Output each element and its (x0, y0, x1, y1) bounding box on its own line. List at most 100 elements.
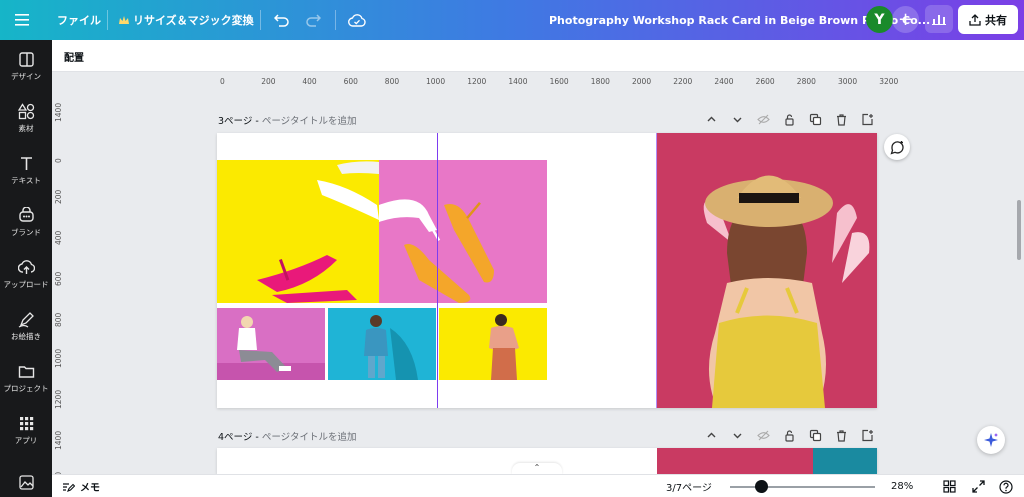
sidebar-item-apps[interactable]: アプリ (0, 408, 52, 452)
ruler-tick-label: 800 (384, 77, 400, 86)
ruler-tick-label: 2800 (796, 77, 816, 86)
insights-button[interactable] (925, 5, 953, 33)
vertical-scrollbar[interactable] (1017, 200, 1021, 260)
sidebar-item-projects[interactable]: プロジェクト (0, 356, 52, 400)
ruler-tick-label: 1000 (426, 77, 446, 86)
zoom-percent[interactable]: 28% (891, 475, 913, 497)
sidebar-item-label: お絵描き (11, 331, 41, 341)
cloud-save-status[interactable] (348, 0, 366, 40)
add-page-icon[interactable] (861, 429, 874, 442)
share-button[interactable]: 共有 (958, 5, 1018, 34)
draw-icon (18, 311, 34, 328)
invite-button[interactable]: + (892, 6, 919, 33)
menu-button[interactable] (15, 0, 29, 40)
horizontal-ruler: 0 200 400 600 800 1000 1200 1400 1600 1800 2000 220… (217, 74, 898, 92)
lock-icon[interactable] (783, 113, 796, 126)
sidebar-item-upload[interactable]: アップロード (0, 252, 52, 296)
photo-woman-pink[interactable] (217, 308, 325, 380)
position-button[interactable]: 配置 (64, 49, 84, 64)
zoom-slider-handle[interactable] (754, 480, 768, 493)
plus-icon: + (897, 9, 914, 30)
ruler-tick-label: 400 (54, 230, 63, 245)
ruler-tick-label: 1200 (54, 389, 63, 409)
chevron-down-icon[interactable] (731, 113, 744, 126)
trash-icon[interactable] (835, 429, 848, 442)
sidebar-item-brand[interactable]: ブランド (0, 200, 52, 244)
resize-magic-button[interactable]: リサイズ＆マジック変換 (119, 0, 254, 40)
sidebar-item-label: プロジェクト (3, 383, 49, 393)
zoom-slider-track[interactable] (730, 486, 875, 488)
sidebar-item-elements[interactable]: 素材 (0, 96, 52, 140)
page-sep: - (252, 116, 262, 127)
duplicate-icon[interactable] (809, 113, 822, 126)
page-number: 4ページ (218, 432, 253, 443)
chevron-up-icon[interactable] (705, 113, 718, 126)
ruler-tick-label: 200 (261, 77, 276, 86)
sidebar-item-label: アップロード (3, 279, 49, 289)
chevron-up-icon: ⌃ (533, 463, 541, 472)
folder-icon (18, 365, 34, 378)
sidebar-item-design[interactable]: デザイン (0, 44, 52, 88)
lock-icon[interactable] (783, 429, 796, 442)
add-comment-button[interactable] (884, 134, 910, 160)
hide-icon[interactable] (757, 113, 770, 126)
text-icon (20, 156, 32, 170)
photo-shoes-pink[interactable] (379, 160, 547, 303)
context-toolbar: 配置 (52, 40, 1024, 72)
page-header: 4ページ - ページタイトルを追加 (218, 429, 356, 443)
ruler-tick-label: 1400 (54, 102, 63, 122)
crown-icon (119, 15, 129, 24)
page-header: 3ページ - ページタイトルを追加 (218, 113, 356, 127)
grid-view-button[interactable] (943, 475, 956, 497)
sidebar-item-label: ブランド (11, 227, 41, 237)
sidebar-item-label: 素材 (18, 123, 34, 133)
magic-assistant-button[interactable] (977, 426, 1005, 454)
comment-add-icon (889, 140, 904, 155)
duplicate-icon[interactable] (809, 429, 822, 442)
photo-woman-yellow[interactable] (439, 308, 547, 380)
redo-icon (306, 13, 321, 27)
photo-shoes-yellow[interactable] (217, 160, 379, 303)
share-label: 共有 (985, 13, 1007, 27)
sidebar-item-text[interactable]: テキスト (0, 148, 52, 192)
hide-icon[interactable] (757, 429, 770, 442)
page-title-input[interactable]: ページタイトルを追加 (262, 116, 357, 127)
alignment-guide (437, 133, 438, 408)
ruler-tick-label: 2400 (714, 77, 734, 86)
ruler-tick-label: 1400 (508, 77, 528, 86)
photo-woman-cyan[interactable] (328, 308, 436, 380)
notes-button[interactable]: メモ (62, 475, 100, 497)
ruler-tick-label: 2200 (673, 77, 693, 86)
cloud-check-icon (348, 13, 366, 27)
page-actions (705, 429, 874, 442)
undo-button[interactable] (274, 0, 289, 40)
hamburger-icon (15, 14, 29, 26)
page-title-input[interactable]: ページタイトルを追加 (262, 432, 357, 443)
file-menu[interactable]: ファイル (57, 0, 101, 40)
photo-page4-teal[interactable] (813, 448, 877, 474)
avatar[interactable]: Y (866, 6, 893, 33)
help-button[interactable] (999, 475, 1013, 497)
design-page-3[interactable] (217, 133, 877, 408)
photo-page4-crimson[interactable] (657, 448, 813, 474)
ruler-tick-label: 1600 (549, 77, 569, 86)
ruler-tick-label: 3000 (838, 77, 858, 86)
sidebar-item-draw[interactable]: お絵描き (0, 304, 52, 348)
ruler-tick-label: 1200 (467, 77, 487, 86)
chevron-down-icon[interactable] (731, 429, 744, 442)
page-number: 3ページ (218, 116, 253, 127)
trash-icon[interactable] (835, 113, 848, 126)
page-indicator[interactable]: 3/7ページ (666, 475, 712, 497)
fullscreen-button[interactable] (972, 475, 985, 497)
sidebar-item-photos[interactable] (0, 468, 52, 496)
redo-button[interactable] (306, 0, 321, 40)
ruler-tick-label: 1400 (54, 430, 63, 450)
add-page-icon[interactable] (861, 113, 874, 126)
ruler-tick-label: 1000 (54, 348, 63, 368)
chevron-up-icon[interactable] (705, 429, 718, 442)
brand-icon (18, 206, 34, 222)
notes-pencil-icon (63, 482, 75, 492)
divider (107, 10, 108, 30)
photo-woman-hat[interactable] (657, 133, 877, 408)
divider (335, 10, 336, 30)
